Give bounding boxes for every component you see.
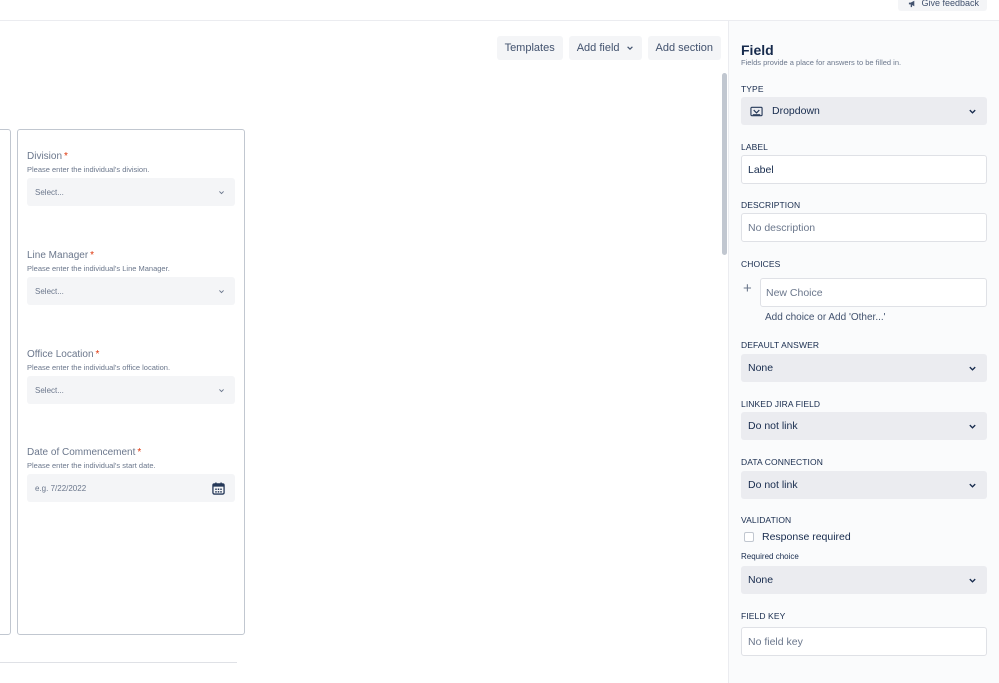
question-label: Office Location * bbox=[27, 349, 235, 360]
label-input[interactable]: Label bbox=[741, 155, 987, 184]
required-marker: * bbox=[90, 250, 95, 261]
question-description: Please enter the individual's Line Manag… bbox=[27, 264, 170, 273]
chevron-down-icon bbox=[219, 388, 224, 392]
line-manager-select[interactable]: Select... bbox=[27, 277, 235, 305]
question-division[interactable]: Division * Please enter the individual's … bbox=[27, 151, 235, 206]
select-placeholder: Select... bbox=[35, 385, 64, 395]
linked-jira-heading: LINKED JIRA FIELD bbox=[741, 399, 821, 409]
form-section-card[interactable]: Division * Please enter the individual's … bbox=[17, 129, 245, 635]
form-section-card-partial[interactable] bbox=[0, 129, 11, 635]
question-label: Date of Commencement * bbox=[27, 447, 235, 458]
field-key-input[interactable]: No field key bbox=[741, 627, 987, 656]
default-answer-select[interactable]: None bbox=[741, 354, 987, 382]
give-feedback-button[interactable]: Give feedback bbox=[898, 0, 987, 11]
required-marker: * bbox=[95, 349, 100, 360]
panel-title: Field bbox=[741, 42, 774, 58]
add-field-label: Add field bbox=[576, 42, 620, 54]
scrollbar-thumb[interactable] bbox=[722, 73, 727, 255]
plus-icon[interactable]: + bbox=[743, 281, 752, 296]
question-description: Please enter the individual's office loc… bbox=[27, 363, 171, 372]
new-choice-input[interactable]: New Choice bbox=[760, 278, 987, 307]
chevron-down-icon bbox=[969, 424, 976, 429]
field-settings-panel: Field Fields provide a place for answers… bbox=[728, 21, 999, 683]
date-placeholder: e.g. 7/22/2022 bbox=[35, 483, 87, 493]
give-feedback-label: Give feedback bbox=[921, 0, 979, 8]
type-heading: TYPE bbox=[741, 84, 764, 94]
data-connection-value: Do not link bbox=[748, 479, 798, 491]
templates-label: Templates bbox=[504, 42, 555, 54]
templates-button[interactable]: Templates bbox=[496, 36, 563, 60]
add-choice-link[interactable]: Add choice or Add 'Other...' bbox=[765, 312, 886, 323]
office-location-select[interactable]: Select... bbox=[27, 376, 235, 404]
required-marker: * bbox=[64, 151, 68, 162]
question-label-text: Office Location bbox=[27, 349, 94, 360]
question-description: Please enter the individual's start date… bbox=[27, 461, 156, 470]
question-label: Line Manager * bbox=[27, 250, 235, 261]
type-select[interactable]: Dropdown bbox=[741, 97, 987, 125]
description-input[interactable]: No description bbox=[741, 213, 987, 242]
question-label-text: Line Manager bbox=[27, 250, 89, 261]
form-toolbar: Templates Add field Add section bbox=[496, 36, 721, 60]
required-choice-label: Required choice bbox=[741, 552, 799, 561]
response-required-checkbox[interactable] bbox=[744, 532, 754, 542]
select-placeholder: Select... bbox=[35, 286, 64, 296]
default-answer-value: None bbox=[748, 362, 774, 374]
data-connection-select[interactable]: Do not link bbox=[741, 471, 987, 499]
description-heading: DESCRIPTION bbox=[741, 200, 801, 210]
question-line-manager[interactable]: Line Manager * Please enter the individua… bbox=[27, 250, 235, 305]
date-input[interactable]: e.g. 7/22/2022 bbox=[27, 474, 235, 502]
new-choice-placeholder: New Choice bbox=[766, 286, 823, 299]
linked-jira-select[interactable]: Do not link bbox=[741, 412, 987, 440]
select-placeholder: Select... bbox=[35, 187, 64, 197]
label-heading: LABEL bbox=[741, 142, 768, 152]
data-connection-heading: DATA CONNECTION bbox=[741, 457, 823, 467]
chevron-down-icon bbox=[969, 578, 976, 583]
chevron-down-icon bbox=[969, 109, 976, 114]
add-field-button[interactable]: Add field bbox=[568, 36, 642, 60]
division-select[interactable]: Select... bbox=[27, 178, 235, 206]
question-label: Division * bbox=[27, 151, 235, 162]
chevron-down-icon bbox=[969, 483, 976, 488]
chevron-down-icon bbox=[219, 190, 224, 194]
chevron-down-icon bbox=[219, 289, 224, 293]
description-placeholder: No description bbox=[748, 221, 816, 234]
required-choice-select[interactable]: None bbox=[741, 566, 987, 594]
question-label-text: Division bbox=[27, 151, 63, 162]
field-key-placeholder: No field key bbox=[748, 635, 803, 648]
megaphone-icon bbox=[909, 0, 915, 8]
calendar-icon[interactable] bbox=[212, 481, 225, 495]
label-input-value: Label bbox=[748, 163, 774, 176]
add-section-button[interactable]: Add section bbox=[647, 36, 721, 60]
validation-heading: VALIDATION bbox=[741, 515, 792, 525]
top-bar: Give feedback bbox=[0, 0, 999, 21]
linked-jira-value: Do not link bbox=[748, 420, 798, 432]
default-answer-heading: DEFAULT ANSWER bbox=[741, 340, 820, 350]
choices-heading: CHOICES bbox=[741, 259, 781, 269]
section-divider bbox=[0, 662, 237, 663]
question-description: Please enter the individual's division. bbox=[27, 165, 150, 174]
question-label-text: Date of Commencement bbox=[27, 447, 136, 458]
response-required-label: Response required bbox=[762, 531, 851, 543]
question-office-location[interactable]: Office Location * Please enter the indivi… bbox=[27, 349, 235, 404]
chevron-down-icon bbox=[626, 46, 633, 51]
dropdown-type-icon bbox=[750, 106, 763, 116]
panel-subtitle: Fields provide a place for answers to be… bbox=[741, 58, 902, 67]
type-select-value: Dropdown bbox=[748, 105, 820, 117]
required-marker: * bbox=[137, 447, 142, 458]
add-section-label: Add section bbox=[655, 42, 713, 54]
question-date-of-commencement[interactable]: Date of Commencement * Please enter the i… bbox=[27, 447, 235, 502]
chevron-down-icon bbox=[969, 366, 976, 371]
response-required-row[interactable]: Response required bbox=[744, 531, 851, 543]
required-choice-value: None bbox=[748, 574, 774, 586]
type-value-label: Dropdown bbox=[772, 105, 820, 117]
field-key-heading: FIELD KEY bbox=[741, 611, 786, 621]
